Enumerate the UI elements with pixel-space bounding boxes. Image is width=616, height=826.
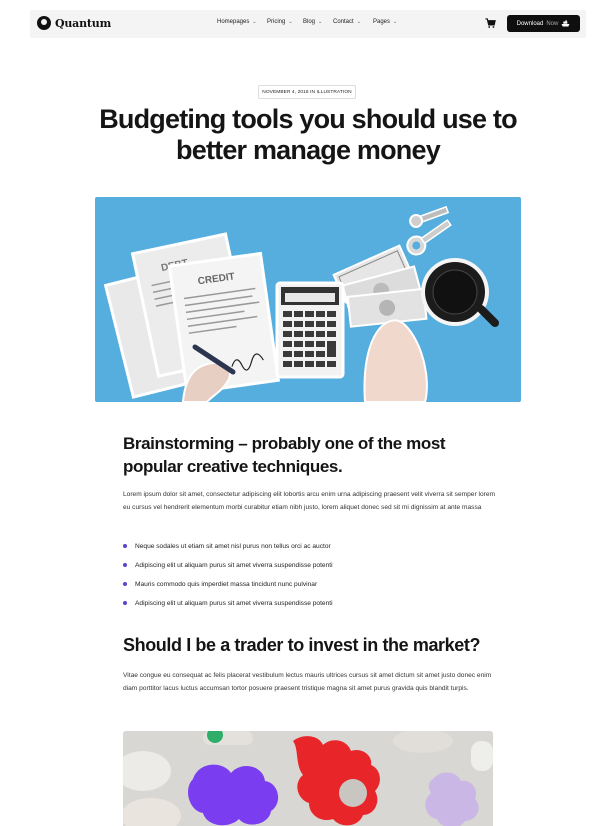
hero-image: DEBT CREDIT (95, 197, 521, 402)
list-item: Mauris commodo quis imperdiet massa tinc… (123, 578, 333, 597)
chevron-down-icon: ⌄ (393, 19, 398, 25)
menu-item-label: Homepages (217, 19, 250, 25)
main-menu: Homepages ⌄ Pricing ⌄ Blog ⌄ Contact ⌄ P… (217, 19, 403, 25)
section-body-paragraph: Lorem ipsum dolor sit amet, consectetur … (123, 491, 495, 511)
logo-mark-icon (37, 16, 51, 30)
section-body-paragraph: Vitae congue eu consequat ac felis place… (123, 672, 492, 692)
brand-logo[interactable]: Quantum (37, 16, 111, 30)
article-image-shapes (123, 731, 493, 826)
menu-item-pricing[interactable]: Pricing ⌄ (267, 19, 303, 25)
brand-name: Quantum (55, 16, 112, 30)
menu-item-label: Contact (333, 19, 354, 25)
cart-icon[interactable] (485, 18, 496, 29)
chevron-down-icon: ⌄ (318, 19, 323, 25)
top-navigation: Quantum Homepages ⌄ Pricing ⌄ Blog ⌄ Con… (30, 10, 586, 38)
list-item: Adipiscing elit ut aliquam purus sit ame… (123, 559, 333, 578)
section-heading-trader: Should I be a trader to invest in the ma… (123, 635, 481, 655)
list-item: Adipiscing elit ut aliquam purus sit ame… (123, 597, 333, 616)
list-item: Neque sodales ut etiam sit amet nisl pur… (123, 540, 333, 559)
budgeting-illustration: DEBT CREDIT (103, 205, 499, 402)
menu-item-homepages[interactable]: Homepages ⌄ (217, 19, 267, 25)
download-button-label: Download (516, 20, 544, 27)
chevron-down-icon: ⌄ (356, 19, 361, 25)
menu-item-pages[interactable]: Pages ⌄ (373, 19, 403, 25)
post-meta-badge: NOVEMBER 4, 2016 IN ILLUSTRATION (258, 85, 356, 99)
menu-item-blog[interactable]: Blog ⌄ (303, 19, 333, 25)
menu-item-label: Pages (373, 19, 391, 25)
menu-item-label: Blog (303, 19, 316, 25)
page-title: Budgeting tools you should use to better… (99, 104, 517, 165)
bullet-list: Neque sodales ut etiam sit amet nisl pur… (123, 540, 333, 616)
abstract-shapes-photo (123, 731, 493, 826)
menu-item-contact[interactable]: Contact ⌄ (333, 19, 373, 25)
menu-item-label: Pricing (267, 19, 286, 25)
chevron-down-icon: ⌄ (252, 19, 257, 25)
section-heading-brainstorming: Brainstorming – probably one of the most… (123, 434, 446, 476)
download-button-secondary-label: Now (546, 20, 559, 27)
download-now-button[interactable]: Download Now (507, 15, 580, 32)
ship-icon (561, 20, 570, 27)
chevron-down-icon: ⌄ (288, 19, 293, 25)
